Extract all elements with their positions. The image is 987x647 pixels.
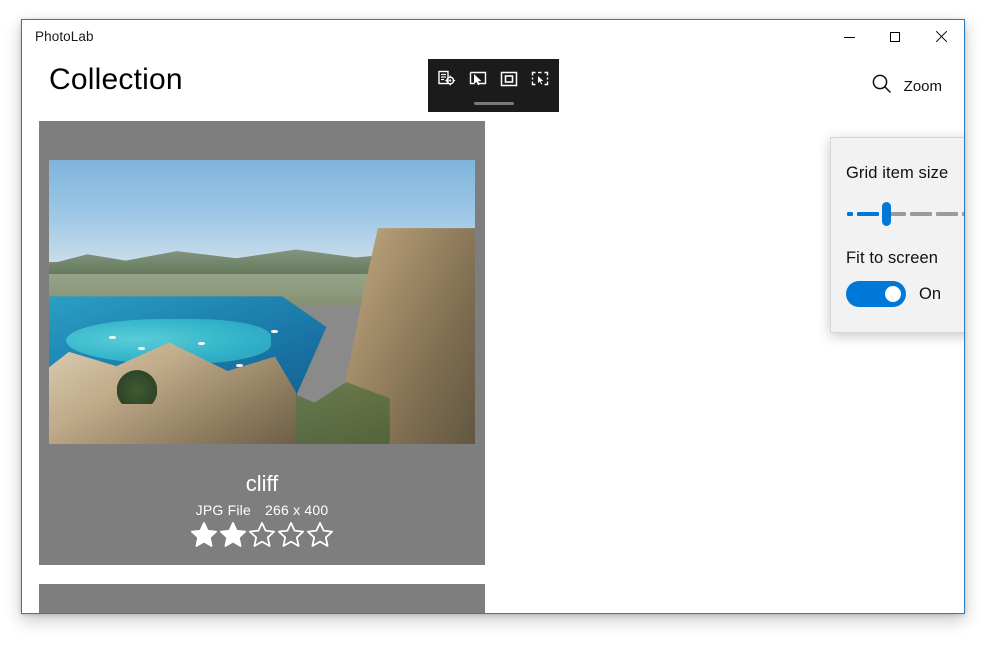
thumbnail-cliff [49,160,475,444]
slider-thumb[interactable] [882,202,891,226]
item-details: JPG File 266 x 400 [39,502,485,518]
zoom-button-label: Zoom [903,78,942,95]
item-filetype: JPG File [195,502,251,518]
search-icon [870,72,894,101]
slider-segment [935,212,958,216]
minimize-icon [843,36,855,38]
screen: PhotoLab Collection Zoom cliff JPG File … [0,0,987,647]
item-dimensions: 266 x 400 [265,502,329,518]
highlight-rect-icon[interactable] [498,68,520,90]
toggle-knob [885,286,901,302]
star-icon[interactable] [190,521,218,549]
item-name: cliff [245,471,279,496]
zoom-button[interactable]: Zoom [870,72,942,101]
grid-item-grapes[interactable]: grapes JPG File 266 x 400 [39,584,485,613]
photolab-window: PhotoLab Collection Zoom cliff JPG File … [21,19,965,614]
select-element-icon[interactable] [467,68,489,90]
inspect-toolbar-icons [436,68,551,90]
star-icon[interactable] [219,521,247,549]
slider-segment [847,212,853,216]
zoom-flyout: Grid item size Fit to screen On [830,137,964,333]
toolbar-drag-handle[interactable] [473,102,514,105]
slider-segment [909,212,932,216]
card-meta-cliff: cliff JPG File 266 x 400 [39,471,485,549]
grid-item-size-slider[interactable] [846,197,964,231]
collection-grid: cliff JPG File 266 x 400 [39,121,949,613]
grid-item-cliff[interactable]: cliff JPG File 266 x 400 [39,121,485,565]
maximize-button[interactable] [872,20,918,54]
page-title: Collection [49,63,183,96]
fit-to-screen-label: Fit to screen [846,249,939,267]
title-bar: PhotoLab [22,20,964,56]
rating-cliff[interactable] [39,521,485,549]
slider-segment [962,212,964,216]
photo-cliff [49,160,475,444]
star-icon[interactable] [277,521,305,549]
close-icon [935,31,947,43]
maximize-icon [890,32,900,42]
star-icon[interactable] [306,521,334,549]
slider-segment [857,212,880,216]
inspect-properties-icon[interactable] [436,68,458,90]
grid-item-size-label: Grid item size [846,164,949,182]
slider-track [847,212,964,216]
fit-to-screen-toggle[interactable] [846,281,906,307]
select-region-icon[interactable] [529,68,551,90]
close-button[interactable] [918,20,964,54]
star-icon[interactable] [248,521,276,549]
app-title: PhotoLab [35,29,94,44]
fit-to-screen-row: On [846,281,964,307]
inspect-toolbar[interactable] [428,59,559,112]
window-controls [826,20,964,54]
fit-to-screen-state: On [919,284,942,303]
minimize-button[interactable] [826,20,872,54]
